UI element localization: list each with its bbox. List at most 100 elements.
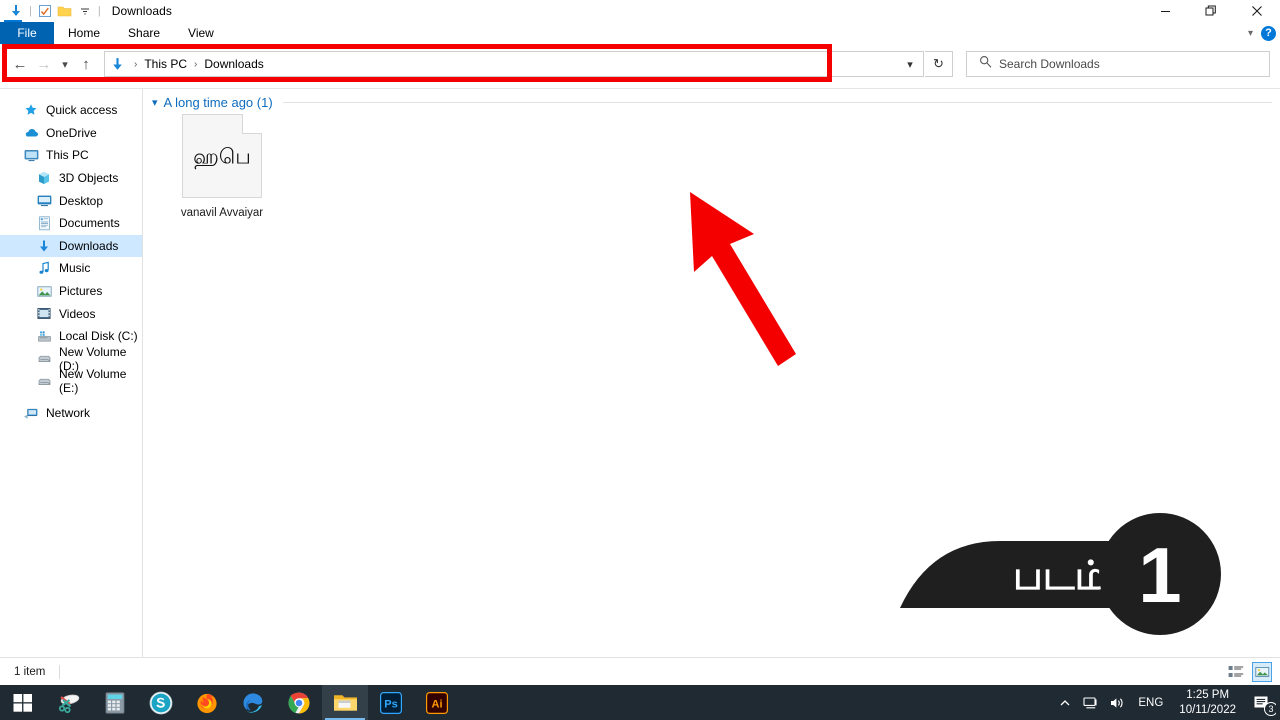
download-arrow-icon bbox=[35, 238, 53, 254]
tab-home[interactable]: Home bbox=[54, 22, 114, 44]
navigation-pane[interactable]: Quick access OneDrive This PC 3D Objects bbox=[0, 89, 143, 657]
adobe-illustrator-icon[interactable]: Ai bbox=[414, 685, 460, 720]
window-title: Downloads bbox=[111, 4, 172, 18]
window-controls bbox=[1142, 0, 1280, 22]
skype-icon[interactable] bbox=[138, 685, 184, 720]
firefox-icon[interactable] bbox=[184, 685, 230, 720]
large-icons-view-button[interactable] bbox=[1252, 662, 1272, 682]
music-note-icon bbox=[35, 260, 53, 276]
file-tile[interactable]: ஹபெ vanavil Avvaiyar bbox=[162, 113, 282, 219]
sidebar-label: New Volume (E:) bbox=[59, 367, 127, 396]
restore-button[interactable] bbox=[1188, 0, 1234, 22]
customize-chevron-icon[interactable] bbox=[75, 1, 95, 21]
back-button[interactable]: ← bbox=[8, 52, 32, 76]
clock-date: 10/11/2022 bbox=[1179, 703, 1236, 716]
font-file-icon: ஹபெ bbox=[182, 113, 262, 198]
item-count-label: 1 item bbox=[14, 665, 46, 678]
tab-view[interactable]: View bbox=[174, 22, 228, 44]
recent-locations-button[interactable]: ▾ bbox=[56, 52, 74, 76]
svg-text:Ai: Ai bbox=[432, 698, 443, 710]
downloads-breadcrumb-icon bbox=[105, 57, 129, 72]
file-list-pane[interactable]: ▾ A long time ago (1) ஹபெ vanavil Avvaiy… bbox=[144, 89, 1280, 657]
properties-checkbox-icon[interactable] bbox=[35, 1, 55, 21]
sidebar-item-documents[interactable]: Documents bbox=[0, 212, 142, 235]
sidebar-label: Pictures bbox=[59, 284, 103, 299]
sidebar-item-network[interactable]: Network bbox=[0, 402, 142, 425]
close-button[interactable] bbox=[1234, 0, 1280, 22]
refresh-button[interactable]: ↻ bbox=[925, 51, 953, 77]
google-chrome-icon[interactable] bbox=[276, 685, 322, 720]
drive-icon bbox=[35, 351, 53, 367]
sidebar-label: This PC bbox=[46, 148, 89, 163]
sidebar-item-pictures[interactable]: Pictures bbox=[0, 280, 142, 303]
minimize-button[interactable] bbox=[1142, 0, 1188, 22]
language-indicator[interactable]: ENG bbox=[1130, 697, 1171, 709]
tab-file[interactable]: File bbox=[0, 22, 54, 44]
microsoft-edge-icon[interactable] bbox=[230, 685, 276, 720]
sidebar-item-downloads[interactable]: Downloads bbox=[0, 234, 142, 258]
address-dropdown-button[interactable]: ▾ bbox=[896, 51, 924, 77]
help-icon[interactable]: ? bbox=[1261, 25, 1276, 41]
search-icon bbox=[979, 55, 992, 73]
group-header[interactable]: ▾ A long time ago (1) bbox=[144, 89, 1280, 110]
search-placeholder: Search Downloads bbox=[999, 57, 1100, 71]
sidebar-item-3d-objects[interactable]: 3D Objects bbox=[0, 167, 142, 190]
sidebar-item-new-volume-e[interactable]: New Volume (E:) bbox=[0, 367, 142, 396]
sidebar-label: Network bbox=[46, 406, 91, 421]
file-explorer-icon[interactable] bbox=[322, 685, 368, 720]
title-bar: | | Downloads bbox=[0, 0, 1280, 22]
sidebar-label: Downloads bbox=[59, 238, 119, 253]
show-desktop-button[interactable] bbox=[1276, 685, 1280, 720]
clock[interactable]: 1:25 PM 10/11/2022 bbox=[1171, 688, 1244, 717]
breadcrumb-downloads[interactable]: Downloads bbox=[202, 57, 265, 71]
calculator-icon[interactable] bbox=[92, 685, 138, 720]
search-box[interactable]: Search Downloads bbox=[966, 51, 1270, 77]
system-tray: ENG 1:25 PM 10/11/2022 3 bbox=[1052, 685, 1280, 720]
network-icon[interactable] bbox=[1078, 685, 1104, 720]
sidebar-label: Quick access bbox=[46, 103, 118, 118]
adobe-photoshop-icon[interactable]: Ps bbox=[368, 685, 414, 720]
font-preview-glyph: ஹபெ bbox=[193, 145, 251, 169]
status-divider bbox=[59, 664, 61, 679]
breadcrumb-this-pc[interactable]: This PC bbox=[142, 57, 189, 71]
sidebar-item-onedrive[interactable]: OneDrive bbox=[0, 122, 142, 145]
up-button[interactable]: ↑ bbox=[74, 52, 98, 76]
quick-access-toolbar: | | bbox=[0, 0, 104, 22]
drive-icon bbox=[35, 373, 53, 389]
sidebar-item-music[interactable]: Music bbox=[0, 257, 142, 280]
chevron-down-icon[interactable]: ▾ bbox=[152, 96, 158, 109]
taskbar[interactable]: Ps Ai ENG 1:25 PM 10/11/2022 3 bbox=[0, 685, 1280, 720]
breadcrumb-separator-2: › bbox=[194, 58, 198, 70]
chevron-down-icon[interactable]: ▾ bbox=[1248, 28, 1253, 39]
ribbon-right-controls: ▾ ? bbox=[1248, 22, 1276, 44]
start-button[interactable] bbox=[0, 685, 46, 720]
qat-divider-2: | bbox=[97, 5, 101, 17]
forward-button[interactable]: → bbox=[32, 52, 56, 76]
picture-icon bbox=[35, 283, 53, 299]
address-bar[interactable]: › This PC › Downloads bbox=[104, 51, 924, 77]
sidebar-item-videos[interactable]: Videos bbox=[0, 302, 142, 325]
file-explorer-window: | | Downloads File Home Share View ▾ ? ←… bbox=[0, 0, 1280, 720]
documents-icon bbox=[35, 215, 53, 231]
status-bar: 1 item bbox=[0, 657, 1280, 685]
show-hidden-icons-button[interactable] bbox=[1052, 685, 1078, 720]
sidebar-label: Local Disk (C:) bbox=[59, 329, 138, 344]
volume-icon[interactable] bbox=[1104, 685, 1130, 720]
tab-share[interactable]: Share bbox=[114, 22, 174, 44]
video-icon bbox=[35, 306, 53, 322]
snipping-tool-icon[interactable] bbox=[46, 685, 92, 720]
sidebar-item-this-pc[interactable]: This PC bbox=[0, 144, 142, 167]
download-arrow-icon[interactable] bbox=[6, 1, 26, 21]
details-view-button[interactable] bbox=[1226, 662, 1246, 682]
new-folder-icon[interactable] bbox=[55, 1, 75, 21]
cloud-icon bbox=[22, 125, 40, 141]
sidebar-item-desktop[interactable]: Desktop bbox=[0, 189, 142, 212]
sidebar-label: 3D Objects bbox=[59, 171, 119, 186]
notification-center-button[interactable]: 3 bbox=[1244, 685, 1280, 720]
file-name-label: vanavil Avvaiyar bbox=[180, 207, 264, 219]
sidebar-label: OneDrive bbox=[46, 125, 97, 140]
sidebar-item-quick-access[interactable]: Quick access bbox=[0, 99, 142, 122]
sidebar-label: Desktop bbox=[59, 193, 104, 208]
page-fold bbox=[242, 113, 262, 134]
sidebar-label: Documents bbox=[59, 216, 120, 231]
